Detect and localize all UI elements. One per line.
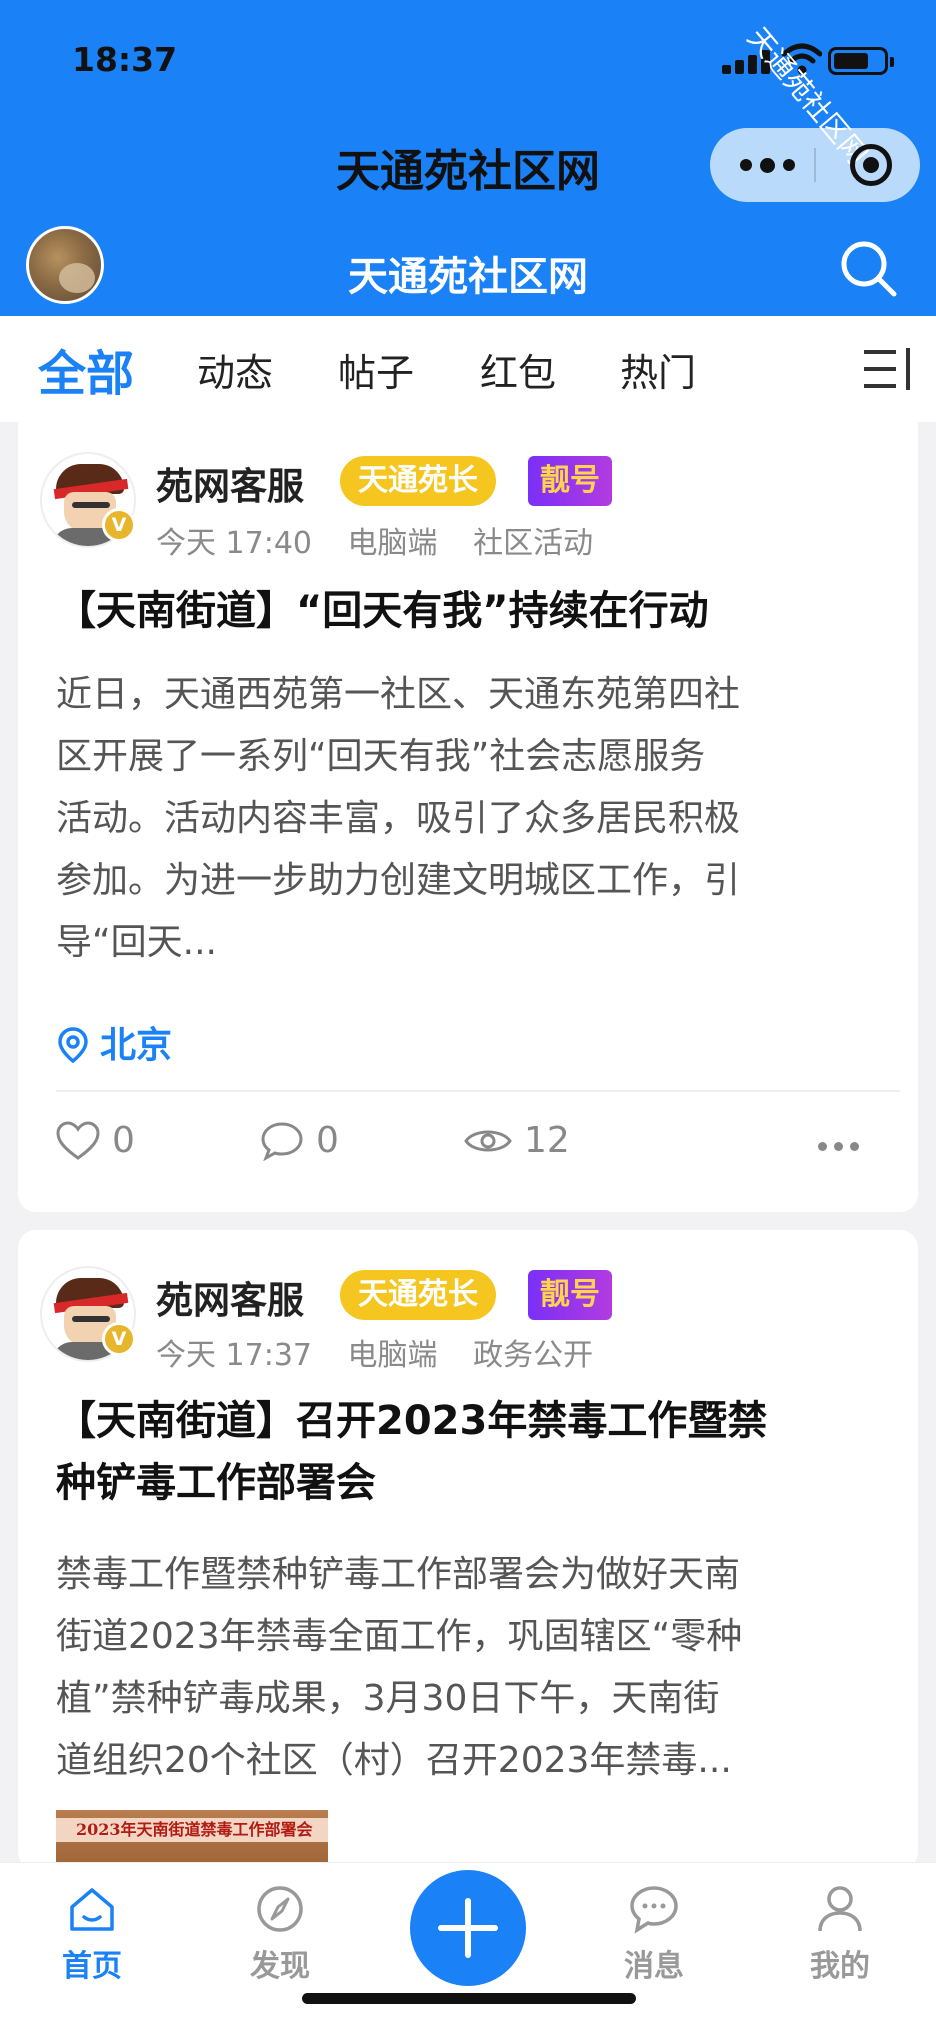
tab-messages-label: 消息 bbox=[624, 1949, 684, 1984]
app-title: 天通苑社区网 bbox=[348, 254, 588, 300]
compass-icon bbox=[257, 1886, 303, 1932]
tab-dynamic[interactable]: 动态 bbox=[197, 342, 273, 397]
vip-badge: 靓号 bbox=[528, 1270, 612, 1320]
title-line: 种铲毒工作部署会 bbox=[56, 1460, 376, 1506]
body-line: 导“回天... bbox=[56, 922, 217, 963]
role-badge: 天通苑长 bbox=[340, 1270, 496, 1320]
tab-posts[interactable]: 帖子 bbox=[338, 342, 414, 397]
post-image[interactable]: 2023年天南街道禁毒工作部署会 bbox=[56, 1810, 328, 1870]
status-time: 18:37 bbox=[72, 40, 178, 79]
post-meta: 今天 17:37 电脑端 政务公开 bbox=[156, 1330, 619, 1374]
body-line: 禁毒工作暨禁种铲毒工作部署会为做好天南 bbox=[56, 1554, 741, 1595]
body-line: 近日，天通西苑第一社区、天通东苑第四社 bbox=[56, 674, 741, 715]
tab-discover[interactable]: 发现 bbox=[220, 1883, 340, 1985]
post-category[interactable]: 社区活动 bbox=[473, 526, 593, 561]
post-title[interactable]: 【天南街道】“回天有我”持续在行动 bbox=[56, 580, 896, 642]
views: 12 bbox=[464, 1120, 570, 1161]
post-card[interactable]: V 苑网客服 天通苑长 靓号 今天 17:37 电脑端 政务公开 【天南街道】召… bbox=[18, 1230, 918, 1870]
body-line: 道组织20个社区（村）召开2023年禁毒... bbox=[56, 1740, 732, 1781]
heart-icon bbox=[56, 1120, 100, 1160]
divider bbox=[56, 1090, 900, 1092]
battery-icon bbox=[828, 47, 894, 75]
image-banner-text: 2023年天南街道禁毒工作部署会 bbox=[76, 1820, 313, 1839]
post-body[interactable]: 近日，天通西苑第一社区、天通东苑第四社 区开展了一系列“回天有我”社会志愿服务 … bbox=[56, 664, 896, 974]
tab-all[interactable]: 全部 bbox=[38, 334, 134, 404]
eye-icon bbox=[464, 1130, 512, 1151]
body-line: 参加。为进一步助力创建文明城区工作，引 bbox=[56, 860, 741, 901]
title-line: 【天南街道】召开2023年禁毒工作暨禁 bbox=[56, 1398, 768, 1444]
tab-red-packet[interactable]: 红包 bbox=[480, 342, 556, 397]
post-title[interactable]: 【天南街道】召开2023年禁毒工作暨禁 种铲毒工作部署会 bbox=[56, 1390, 896, 1514]
verified-badge: V bbox=[102, 508, 136, 542]
post-source: 电脑端 bbox=[347, 1338, 438, 1373]
image-banner: 2023年天南街道禁毒工作部署会 bbox=[56, 1818, 328, 1842]
tab-messages[interactable]: 消息 bbox=[594, 1883, 714, 1985]
more-actions-icon[interactable] bbox=[818, 1142, 859, 1151]
vip-badge: 靓号 bbox=[528, 456, 612, 506]
post-body[interactable]: 禁毒工作暨禁种铲毒工作部署会为做好天南 街道2023年禁毒全面工作，巩固辖区“零… bbox=[56, 1544, 896, 1792]
post-location[interactable]: 北京 bbox=[58, 1016, 172, 1068]
location-text: 北京 bbox=[100, 1025, 173, 1066]
app-header: 天通苑社区网 bbox=[0, 222, 936, 316]
post-meta: 今天 17:40 电脑端 社区活动 bbox=[156, 518, 619, 562]
body-line: 植”禁种铲毒成果，3月30日下午，天南街 bbox=[56, 1678, 720, 1719]
post-source: 电脑端 bbox=[347, 526, 438, 561]
body-line: 活动。活动内容丰富，吸引了众多居民积极 bbox=[56, 798, 741, 839]
tab-home-label: 首页 bbox=[62, 1949, 122, 1984]
tab-profile[interactable]: 我的 bbox=[780, 1883, 900, 1985]
tab-discover-label: 发现 bbox=[250, 1949, 310, 1984]
tab-hot[interactable]: 热门 bbox=[620, 342, 696, 397]
create-post-button[interactable] bbox=[410, 1870, 526, 1986]
post-time: 今天 17:40 bbox=[156, 526, 312, 561]
like-button[interactable]: 0 bbox=[56, 1120, 135, 1161]
mini-program-capsule bbox=[710, 128, 920, 202]
comment-button[interactable]: 0 bbox=[260, 1120, 339, 1161]
close-mini-program-button[interactable] bbox=[850, 144, 892, 186]
user-icon bbox=[818, 1886, 862, 1932]
message-icon bbox=[630, 1886, 678, 1934]
comment-count: 0 bbox=[316, 1120, 339, 1161]
post-category[interactable]: 政务公开 bbox=[473, 1338, 593, 1373]
post-card[interactable]: V 苑网客服 天通苑长 靓号 今天 17:40 电脑端 社区活动 【天南街道】“… bbox=[18, 420, 918, 1212]
capsule-divider bbox=[814, 148, 816, 182]
verified-badge: V bbox=[102, 1322, 136, 1356]
comment-icon bbox=[261, 1121, 303, 1161]
tab-home[interactable]: 首页 bbox=[32, 1883, 152, 1985]
menu-list-icon[interactable] bbox=[862, 344, 914, 394]
category-tabs: 全部 动态 帖子 红包 热门 bbox=[0, 316, 936, 422]
home-icon bbox=[70, 1888, 114, 1931]
view-count: 12 bbox=[524, 1120, 570, 1161]
like-count: 0 bbox=[112, 1120, 135, 1161]
role-badge: 天通苑长 bbox=[340, 456, 496, 506]
author-name[interactable]: 苑网客服 bbox=[156, 1270, 304, 1324]
body-line: 区开展了一系列“回天有我”社会志愿服务 bbox=[56, 736, 706, 777]
body-line: 街道2023年禁毒全面工作，巩固辖区“零种 bbox=[56, 1616, 743, 1657]
more-options-button[interactable] bbox=[740, 156, 802, 174]
home-indicator bbox=[302, 1993, 636, 2004]
search-icon[interactable] bbox=[836, 236, 900, 300]
tab-profile-label: 我的 bbox=[810, 1949, 870, 1984]
location-pin-icon bbox=[58, 1027, 88, 1064]
author-name[interactable]: 苑网客服 bbox=[156, 456, 304, 510]
post-time: 今天 17:37 bbox=[156, 1338, 312, 1373]
